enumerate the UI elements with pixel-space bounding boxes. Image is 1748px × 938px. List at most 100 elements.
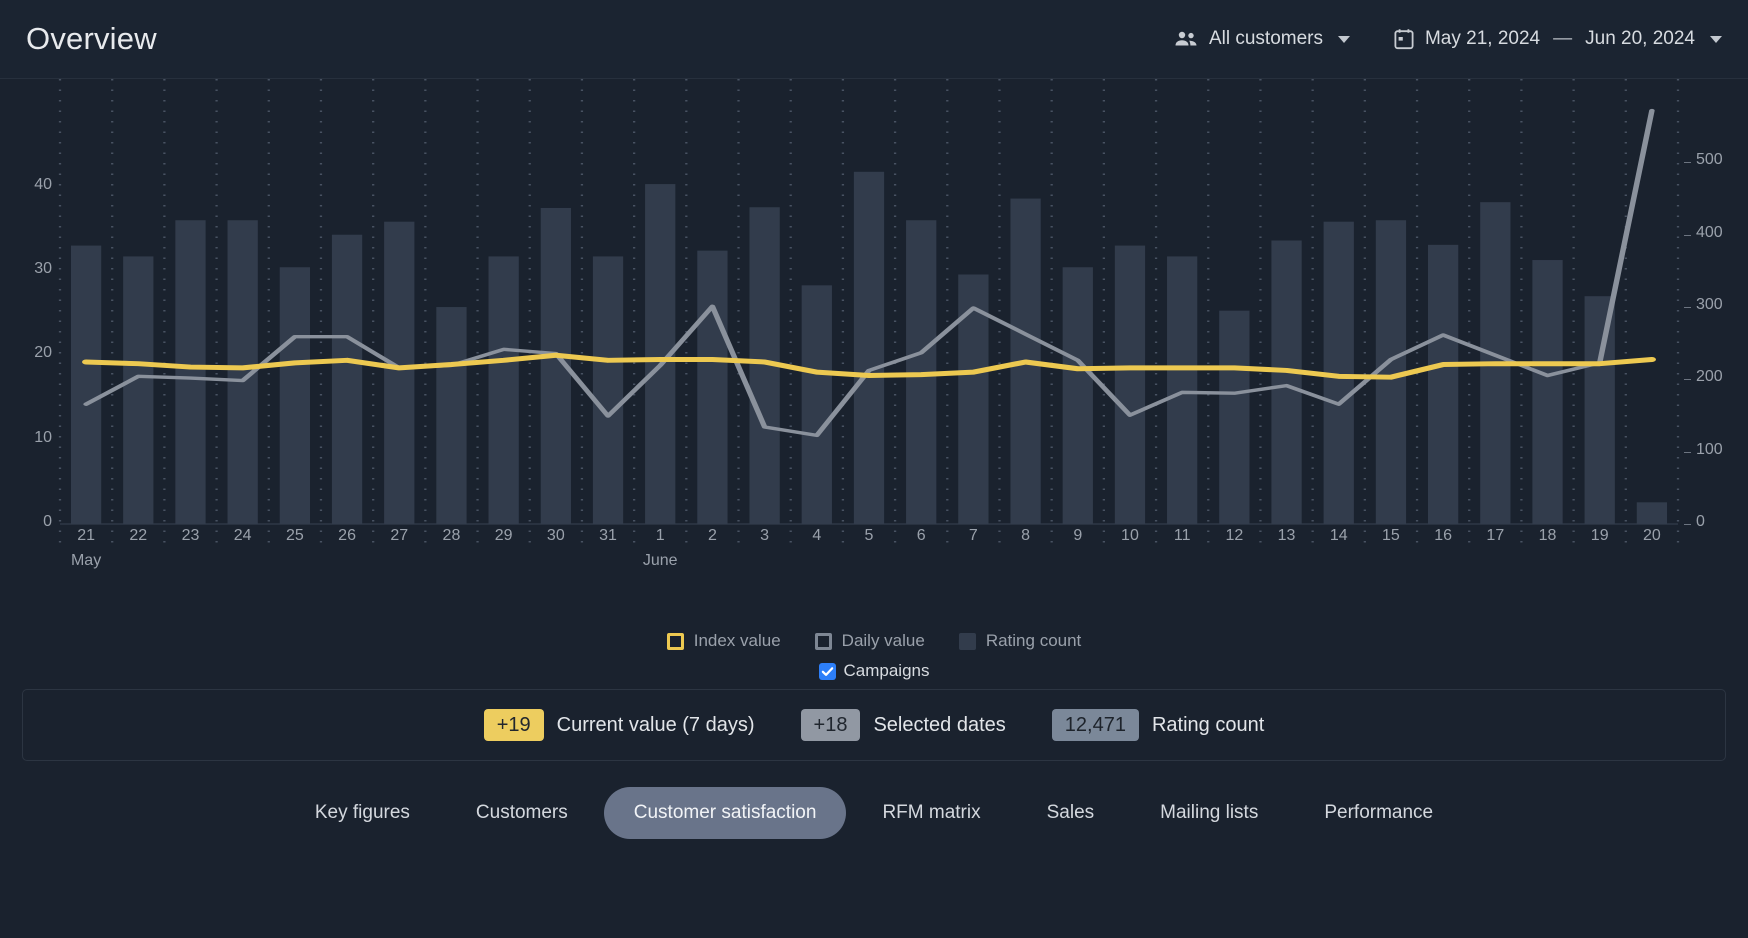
chart-x-axis: 21 May 22 23 24 25 26 27 28 29 30 31 1 June 2 3 4 5 6 7 8 9 10… bbox=[60, 527, 1678, 577]
chart-bar bbox=[1219, 310, 1250, 524]
calendar-icon bbox=[1394, 28, 1414, 50]
date-range-separator: — bbox=[1553, 28, 1573, 49]
chart-container: 0 10 20 30 40 0 100 200 300 400 500 21 May 22 23 24 25… bbox=[0, 79, 1748, 639]
chart-bar bbox=[436, 307, 467, 524]
x-axis-tick: 14 bbox=[1329, 527, 1348, 544]
x-axis-tick: 29 bbox=[494, 527, 513, 544]
x-axis-tick: 23 bbox=[181, 527, 200, 544]
tab-key-figures[interactable]: Key figures bbox=[285, 787, 440, 839]
chart-bar bbox=[488, 256, 519, 524]
chart-plot-area bbox=[58, 79, 1680, 546]
tab-performance[interactable]: Performance bbox=[1294, 787, 1463, 839]
chart-bar bbox=[1427, 244, 1459, 524]
x-axis-tick: 11 bbox=[1173, 527, 1191, 544]
y-axis-left-tick: 30 bbox=[34, 259, 52, 277]
y-axis-right-tick-mark bbox=[1684, 451, 1691, 453]
tab-customers[interactable]: Customers bbox=[446, 787, 598, 839]
chart-bar bbox=[1167, 256, 1198, 524]
x-axis-tick: 21 bbox=[77, 527, 95, 544]
chart-bar bbox=[123, 256, 154, 524]
x-axis-month-label: May bbox=[70, 552, 102, 569]
x-axis-tick: 15 bbox=[1382, 527, 1400, 544]
x-axis-tick: 3 bbox=[760, 527, 770, 544]
stat-label: Selected dates bbox=[873, 713, 1006, 736]
x-axis-month-label: June bbox=[642, 552, 678, 569]
x-axis-tick: 5 bbox=[864, 527, 874, 544]
tab-customer-satisfaction[interactable]: Customer satisfaction bbox=[603, 787, 847, 839]
chart-bar bbox=[1584, 296, 1615, 524]
chart-bar bbox=[801, 285, 832, 524]
y-axis-right-tick: 200 bbox=[1696, 368, 1723, 386]
page-header: Overview All customers May 21, 2024 — Ju… bbox=[0, 0, 1748, 79]
chart-bar bbox=[1532, 260, 1563, 524]
y-axis-right-tick: 500 bbox=[1696, 151, 1723, 169]
campaigns-checkbox[interactable] bbox=[818, 662, 836, 680]
chart-bar bbox=[331, 234, 363, 524]
summary-stats-panel: +19 Current value (7 days) +18 Selected dat… bbox=[22, 689, 1726, 761]
y-axis-right-tick: 100 bbox=[1696, 440, 1723, 458]
y-axis-right-tick-mark bbox=[1684, 379, 1691, 381]
x-axis-tick: 22 bbox=[129, 527, 148, 544]
header-controls: All customers May 21, 2024 — Jun 20, 202… bbox=[1174, 28, 1722, 50]
chart-bar bbox=[592, 256, 624, 524]
date-range-start: May 21, 2024 bbox=[1424, 28, 1541, 49]
date-range-picker[interactable]: May 21, 2024 — Jun 20, 2024 bbox=[1394, 28, 1722, 50]
x-axis-tick: 2 bbox=[707, 527, 717, 544]
page-title: Overview bbox=[26, 21, 157, 56]
x-axis-tick: 8 bbox=[1021, 527, 1031, 544]
tab-rfm-matrix[interactable]: RFM matrix bbox=[852, 787, 1010, 839]
people-icon bbox=[1174, 30, 1198, 48]
y-axis-left-tick: 0 bbox=[43, 513, 52, 530]
x-axis-tick: 6 bbox=[916, 527, 926, 544]
chart-bar bbox=[853, 171, 885, 524]
x-axis-tick: 24 bbox=[233, 527, 252, 544]
tab-sales[interactable]: Sales bbox=[1017, 787, 1125, 839]
tab-mailing-lists[interactable]: Mailing lists bbox=[1130, 787, 1288, 839]
stat-label: Current value (7 days) bbox=[556, 713, 755, 736]
y-axis-right-tick-mark bbox=[1684, 162, 1691, 164]
y-axis-right-tick: 0 bbox=[1696, 513, 1705, 530]
x-axis-tick: 4 bbox=[812, 527, 822, 544]
chart-bar bbox=[279, 267, 311, 524]
chart-bar bbox=[1271, 240, 1302, 524]
y-axis-right-tick: 300 bbox=[1696, 296, 1723, 314]
x-axis-tick: 1 bbox=[655, 527, 665, 544]
chart-bar bbox=[1636, 502, 1668, 524]
stat-value-badge: 12,471 bbox=[1051, 709, 1139, 741]
chart-bar bbox=[1062, 267, 1093, 524]
chart-bar bbox=[697, 250, 728, 524]
customer-filter-dropdown[interactable]: All customers bbox=[1174, 28, 1350, 50]
x-axis-tick: 13 bbox=[1277, 527, 1296, 544]
y-axis-right-tick-mark bbox=[1684, 524, 1691, 525]
chart-bar bbox=[1114, 245, 1146, 524]
x-axis-tick: 26 bbox=[338, 527, 356, 544]
customer-filter-label: All customers bbox=[1208, 28, 1323, 49]
y-axis-right-tick: 400 bbox=[1696, 223, 1723, 241]
x-axis-tick: 19 bbox=[1590, 527, 1609, 544]
x-axis-tick: 9 bbox=[1073, 527, 1083, 544]
stat-item: +18 Selected dates bbox=[800, 709, 1006, 741]
x-axis-tick: 17 bbox=[1486, 527, 1505, 544]
x-axis-tick: 25 bbox=[285, 527, 304, 544]
stat-label: Rating count bbox=[1151, 713, 1265, 736]
x-axis-tick: 16 bbox=[1434, 527, 1453, 544]
campaigns-label: Campaigns bbox=[843, 661, 930, 680]
x-axis-tick: 18 bbox=[1538, 527, 1557, 544]
x-axis-tick: 20 bbox=[1642, 527, 1661, 544]
x-axis-tick: 31 bbox=[599, 527, 617, 544]
chart-bar bbox=[70, 245, 102, 524]
y-axis-left-tick: 20 bbox=[34, 344, 52, 362]
x-axis-tick: 30 bbox=[546, 527, 565, 544]
stat-value-badge: +19 bbox=[483, 709, 544, 741]
x-axis-tick: 12 bbox=[1225, 527, 1244, 544]
chevron-down-icon bbox=[1337, 35, 1350, 43]
stat-value-badge: +18 bbox=[800, 709, 861, 741]
stat-item: +19 Current value (7 days) bbox=[483, 709, 755, 741]
chart-bar bbox=[175, 220, 206, 524]
satisfaction-chart bbox=[58, 79, 1680, 546]
y-axis-left-tick: 40 bbox=[34, 175, 52, 193]
y-axis-right-tick-mark bbox=[1684, 234, 1691, 236]
chart-bar bbox=[384, 221, 415, 525]
x-axis-tick: 28 bbox=[442, 527, 461, 544]
check-icon bbox=[821, 666, 833, 676]
